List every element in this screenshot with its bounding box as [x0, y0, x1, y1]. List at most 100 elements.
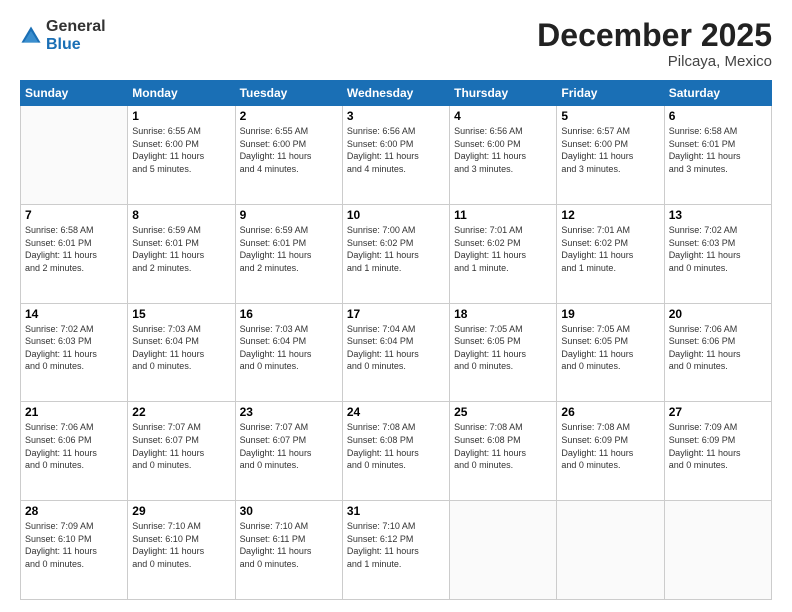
- table-row: 9Sunrise: 6:59 AM Sunset: 6:01 PM Daylig…: [235, 204, 342, 303]
- day-info: Sunrise: 7:08 AM Sunset: 6:08 PM Dayligh…: [347, 421, 445, 471]
- table-row: 15Sunrise: 7:03 AM Sunset: 6:04 PM Dayli…: [128, 303, 235, 402]
- day-number: 23: [240, 405, 338, 419]
- day-info: Sunrise: 7:03 AM Sunset: 6:04 PM Dayligh…: [132, 323, 230, 373]
- table-row: 20 Sunrise: 7:06 AM Sunset: 6:06 PM Dayli…: [664, 303, 771, 402]
- table-row: 24 Sunrise: 7:08 AM Sunset: 6:08 PM Dayli…: [342, 402, 449, 501]
- header: General Blue December 2025 Pilcaya, Mexi…: [20, 18, 772, 70]
- title-block: December 2025 Pilcaya, Mexico: [537, 18, 772, 70]
- table-row: 22 Sunrise: 7:07 AM Sunset: 6:07 PM Dayli…: [128, 402, 235, 501]
- header-monday: Monday: [128, 81, 235, 106]
- calendar-week-row: 14 Sunrise: 7:02 AM Sunset: 6:03 PM Dayli…: [21, 303, 772, 402]
- day-info: Sunrise: 7:01 AM Sunset: 6:02 PM Dayligh…: [561, 224, 659, 274]
- day-number: 18: [454, 307, 552, 321]
- day-number: 31: [347, 504, 445, 518]
- day-number: 27: [669, 405, 767, 419]
- day-number: 1: [132, 109, 230, 123]
- day-number: 20: [669, 307, 767, 321]
- day-number: 16: [240, 307, 338, 321]
- day-info: Sunrise: 7:07 AM Sunset: 6:07 PM Dayligh…: [240, 421, 338, 471]
- calendar-week-row: 1 Sunrise: 6:55 AM Sunset: 6:00 PM Daylig…: [21, 106, 772, 205]
- table-row: 13Sunrise: 7:02 AM Sunset: 6:03 PM Dayli…: [664, 204, 771, 303]
- day-number: 10: [347, 208, 445, 222]
- table-row: [21, 106, 128, 205]
- day-number: 24: [347, 405, 445, 419]
- day-info: Sunrise: 7:05 AM Sunset: 6:05 PM Dayligh…: [561, 323, 659, 373]
- day-info: Sunrise: 7:10 AM Sunset: 6:10 PM Dayligh…: [132, 520, 230, 570]
- day-info: Sunrise: 6:55 AM Sunset: 6:00 PM Dayligh…: [132, 125, 230, 175]
- day-number: 3: [347, 109, 445, 123]
- logo-general-text: General: [46, 18, 106, 35]
- month-title: December 2025: [537, 18, 772, 53]
- day-info: Sunrise: 6:57 AM Sunset: 6:00 PM Dayligh…: [561, 125, 659, 175]
- location: Pilcaya, Mexico: [537, 53, 772, 70]
- day-number: 4: [454, 109, 552, 123]
- table-row: 14 Sunrise: 7:02 AM Sunset: 6:03 PM Dayli…: [21, 303, 128, 402]
- table-row: 11Sunrise: 7:01 AM Sunset: 6:02 PM Dayli…: [450, 204, 557, 303]
- header-wednesday: Wednesday: [342, 81, 449, 106]
- day-number: 30: [240, 504, 338, 518]
- header-thursday: Thursday: [450, 81, 557, 106]
- table-row: 4 Sunrise: 6:56 AM Sunset: 6:00 PM Daylig…: [450, 106, 557, 205]
- header-sunday: Sunday: [21, 81, 128, 106]
- table-row: 21 Sunrise: 7:06 AM Sunset: 6:06 PM Dayli…: [21, 402, 128, 501]
- table-row: 26 Sunrise: 7:08 AM Sunset: 6:09 PM Dayli…: [557, 402, 664, 501]
- day-info: Sunrise: 6:58 AM Sunset: 6:01 PM Dayligh…: [669, 125, 767, 175]
- table-row: 16 Sunrise: 7:03 AM Sunset: 6:04 PM Dayli…: [235, 303, 342, 402]
- day-info: Sunrise: 7:08 AM Sunset: 6:09 PM Dayligh…: [561, 421, 659, 471]
- day-number: 26: [561, 405, 659, 419]
- day-number: 29: [132, 504, 230, 518]
- day-number: 7: [25, 208, 123, 222]
- page: General Blue December 2025 Pilcaya, Mexi…: [0, 0, 792, 612]
- table-row: [557, 501, 664, 600]
- day-info: Sunrise: 7:06 AM Sunset: 6:06 PM Dayligh…: [25, 421, 123, 471]
- day-number: 8: [132, 208, 230, 222]
- calendar-week-row: 7 Sunrise: 6:58 AM Sunset: 6:01 PM Daylig…: [21, 204, 772, 303]
- day-number: 2: [240, 109, 338, 123]
- table-row: [664, 501, 771, 600]
- day-info: Sunrise: 7:03 AM Sunset: 6:04 PM Dayligh…: [240, 323, 338, 373]
- day-info: Sunrise: 7:09 AM Sunset: 6:09 PM Dayligh…: [669, 421, 767, 471]
- day-number: 14: [25, 307, 123, 321]
- day-info: Sunrise: 7:02 AM Sunset: 6:03 PM Dayligh…: [669, 224, 767, 274]
- day-info: Sunrise: 7:10 AM Sunset: 6:12 PM Dayligh…: [347, 520, 445, 570]
- table-row: 29 Sunrise: 7:10 AM Sunset: 6:10 PM Dayli…: [128, 501, 235, 600]
- table-row: 1 Sunrise: 6:55 AM Sunset: 6:00 PM Daylig…: [128, 106, 235, 205]
- calendar-week-row: 28 Sunrise: 7:09 AM Sunset: 6:10 PM Dayli…: [21, 501, 772, 600]
- header-tuesday: Tuesday: [235, 81, 342, 106]
- day-info: Sunrise: 6:55 AM Sunset: 6:00 PM Dayligh…: [240, 125, 338, 175]
- table-row: [450, 501, 557, 600]
- day-info: Sunrise: 7:05 AM Sunset: 6:05 PM Dayligh…: [454, 323, 552, 373]
- logo-icon: [20, 25, 42, 47]
- day-info: Sunrise: 7:04 AM Sunset: 6:04 PM Dayligh…: [347, 323, 445, 373]
- day-info: Sunrise: 6:56 AM Sunset: 6:00 PM Dayligh…: [347, 125, 445, 175]
- header-saturday: Saturday: [664, 81, 771, 106]
- calendar-table: Sunday Monday Tuesday Wednesday Thursday…: [20, 80, 772, 600]
- day-number: 28: [25, 504, 123, 518]
- day-number: 6: [669, 109, 767, 123]
- table-row: 25Sunrise: 7:08 AM Sunset: 6:08 PM Dayli…: [450, 402, 557, 501]
- table-row: 7 Sunrise: 6:58 AM Sunset: 6:01 PM Daylig…: [21, 204, 128, 303]
- table-row: 6 Sunrise: 6:58 AM Sunset: 6:01 PM Daylig…: [664, 106, 771, 205]
- day-number: 22: [132, 405, 230, 419]
- day-info: Sunrise: 7:08 AM Sunset: 6:08 PM Dayligh…: [454, 421, 552, 471]
- day-info: Sunrise: 7:07 AM Sunset: 6:07 PM Dayligh…: [132, 421, 230, 471]
- day-info: Sunrise: 6:56 AM Sunset: 6:00 PM Dayligh…: [454, 125, 552, 175]
- table-row: 10 Sunrise: 7:00 AM Sunset: 6:02 PM Dayli…: [342, 204, 449, 303]
- table-row: 30Sunrise: 7:10 AM Sunset: 6:11 PM Dayli…: [235, 501, 342, 600]
- day-number: 21: [25, 405, 123, 419]
- table-row: 27 Sunrise: 7:09 AM Sunset: 6:09 PM Dayli…: [664, 402, 771, 501]
- table-row: 12 Sunrise: 7:01 AM Sunset: 6:02 PM Dayli…: [557, 204, 664, 303]
- table-row: 2 Sunrise: 6:55 AM Sunset: 6:00 PM Daylig…: [235, 106, 342, 205]
- day-number: 11: [454, 208, 552, 222]
- calendar-week-row: 21 Sunrise: 7:06 AM Sunset: 6:06 PM Dayli…: [21, 402, 772, 501]
- day-info: Sunrise: 7:00 AM Sunset: 6:02 PM Dayligh…: [347, 224, 445, 274]
- day-info: Sunrise: 7:06 AM Sunset: 6:06 PM Dayligh…: [669, 323, 767, 373]
- table-row: 28 Sunrise: 7:09 AM Sunset: 6:10 PM Dayli…: [21, 501, 128, 600]
- day-number: 12: [561, 208, 659, 222]
- day-info: Sunrise: 7:09 AM Sunset: 6:10 PM Dayligh…: [25, 520, 123, 570]
- table-row: 5Sunrise: 6:57 AM Sunset: 6:00 PM Daylig…: [557, 106, 664, 205]
- day-info: Sunrise: 6:58 AM Sunset: 6:01 PM Dayligh…: [25, 224, 123, 274]
- day-number: 19: [561, 307, 659, 321]
- header-friday: Friday: [557, 81, 664, 106]
- day-info: Sunrise: 7:02 AM Sunset: 6:03 PM Dayligh…: [25, 323, 123, 373]
